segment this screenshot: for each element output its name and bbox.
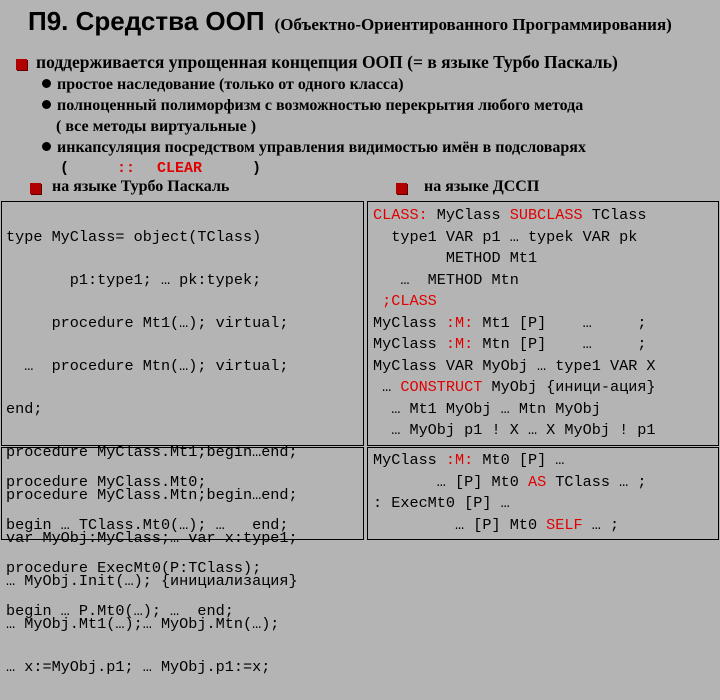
code-line: … MyObj p1 ! X … X MyObj ! p1 (373, 420, 656, 442)
bullet-dot-icon (42, 79, 51, 88)
code-line: ;CLASS (373, 291, 656, 313)
bullet-square-icon (30, 183, 41, 194)
code-line: … procedure Mtn(…); virtual; (6, 356, 289, 375)
code-line: MyClass VAR MyObj … type1 VAR X (373, 356, 656, 378)
keyword: :M: (445, 335, 474, 353)
bullet-dot-icon (42, 100, 51, 109)
dssp-code-block-2: MyClass :M: Mt0 [P] … … [P] Mt0 AS TClas… (373, 450, 646, 536)
code-line: procedure ExecMt0(P:TClass); (6, 558, 262, 577)
code-text: … [P] Mt0 (373, 472, 528, 491)
code-line: MyClass :M: Mt1 [P] … ; (373, 313, 656, 335)
code-line: : ExecMt0 [P] … (373, 493, 646, 515)
bullet-square-icon (16, 59, 27, 70)
code-line: procedure MyClass.Mt0; (6, 472, 207, 491)
keyword: CLASS: (373, 206, 428, 224)
code-text: … METHOD Mtn (373, 270, 519, 289)
pascal-code-block-2: procedure MyClass.Mt0; begin … TClass.Mt… (6, 450, 289, 644)
code-line: procedure Mt1(…); virtual; (6, 313, 289, 332)
code-text: MyObj {иници-ация} (482, 378, 656, 396)
code-text: … (373, 378, 401, 396)
code-line: … Mt1 MyObj … Mtn MyObj (373, 399, 656, 421)
code-text: TClass (582, 206, 647, 224)
keyword: AS (527, 472, 547, 491)
keyword: CONSTRUCT (400, 378, 483, 396)
code-text: … [P] Mt0 (373, 515, 547, 534)
code-text: MyClass (373, 313, 446, 332)
keyword: SELF (546, 515, 583, 534)
bullet-item: инкапсуляция посредством управления види… (42, 139, 586, 157)
code-line: … [P] Mt0 SELF … ; (373, 515, 646, 537)
bullet-item: простое наследование (только от одного к… (42, 76, 404, 94)
bullet-item: полноценный полиморфизм с возможностью п… (42, 97, 583, 115)
title-main: П9. Средства ООП (28, 6, 265, 36)
keyword: SUBCLASS (509, 206, 583, 224)
code-text: METHOD Mt1 (373, 249, 538, 267)
code-text: MyClass (427, 206, 510, 224)
slide-title: П9. Средства ООП (Объектно-Ориентированн… (28, 6, 718, 37)
code-text: Mt0 [P] … (473, 451, 565, 469)
code-line: begin … P.Mt0(…); … end; (6, 601, 234, 620)
code-line: … x:=MyObj.p1; … MyObj.p1:=x; (6, 657, 271, 676)
syntax-line: (:: CLEAR) (60, 160, 262, 177)
code-line: CLASS: MyClass SUBCLASS TClass (373, 205, 656, 227)
code-text: TClass … ; (546, 472, 647, 491)
code-text: MyClass (373, 451, 446, 469)
keyword: :M: (445, 451, 474, 469)
keyword: :M: (445, 313, 474, 332)
title-subtitle: (Объектно-Ориентированного Программирова… (274, 15, 672, 34)
code-text: … ; (582, 515, 620, 534)
code-line: begin … TClass.Mt0(…); … end; (6, 515, 289, 534)
intro-text: поддерживается упрощенная концепция ООП … (36, 52, 618, 72)
bullet-dot-icon (42, 142, 51, 151)
code-text: … Mt1 MyObj … Mtn MyObj (373, 399, 601, 418)
bullet-square-icon (396, 183, 407, 194)
code-text: : ExecMt0 [P] … (373, 494, 510, 512)
code-line: … [P] Mt0 AS TClass … ; (373, 472, 647, 494)
code-text: type1 VAR p1 … typek VAR pk (373, 227, 638, 246)
code-line: MyClass :M: Mtn [P] … ; (373, 334, 656, 356)
code-text: Mt1 [P] … ; (473, 313, 647, 332)
dssp-code-block: CLASS: MyClass SUBCLASS TClass type1 VAR… (373, 205, 656, 442)
bullet-note: ( все методы виртуальные ) (56, 118, 257, 135)
code-line: … METHOD Mtn (373, 270, 656, 292)
code-line: p1:type1; … pk:typek; (6, 270, 262, 289)
left-heading: на языке Турбо Паскаль (52, 178, 230, 195)
code-text: … MyObj p1 ! X … X MyObj ! p1 (373, 421, 656, 439)
code-line: type MyClass= object(TClass) (6, 227, 262, 246)
code-line: … CONSTRUCT MyObj {иници-ация} (373, 377, 656, 399)
code-line: end; (6, 399, 43, 418)
code-text: MyClass VAR MyObj … type1 VAR X (373, 356, 656, 375)
code-text: MyClass (373, 335, 446, 353)
code-line: MyClass :M: Mt0 [P] … (373, 450, 646, 472)
code-line: type1 VAR p1 … typek VAR pk (373, 227, 656, 249)
code-text: Mtn [P] … ; (473, 335, 647, 353)
right-heading: на языке ДССП (424, 178, 540, 195)
code-line: METHOD Mt1 (373, 248, 656, 270)
keyword: ;CLASS (373, 292, 437, 310)
